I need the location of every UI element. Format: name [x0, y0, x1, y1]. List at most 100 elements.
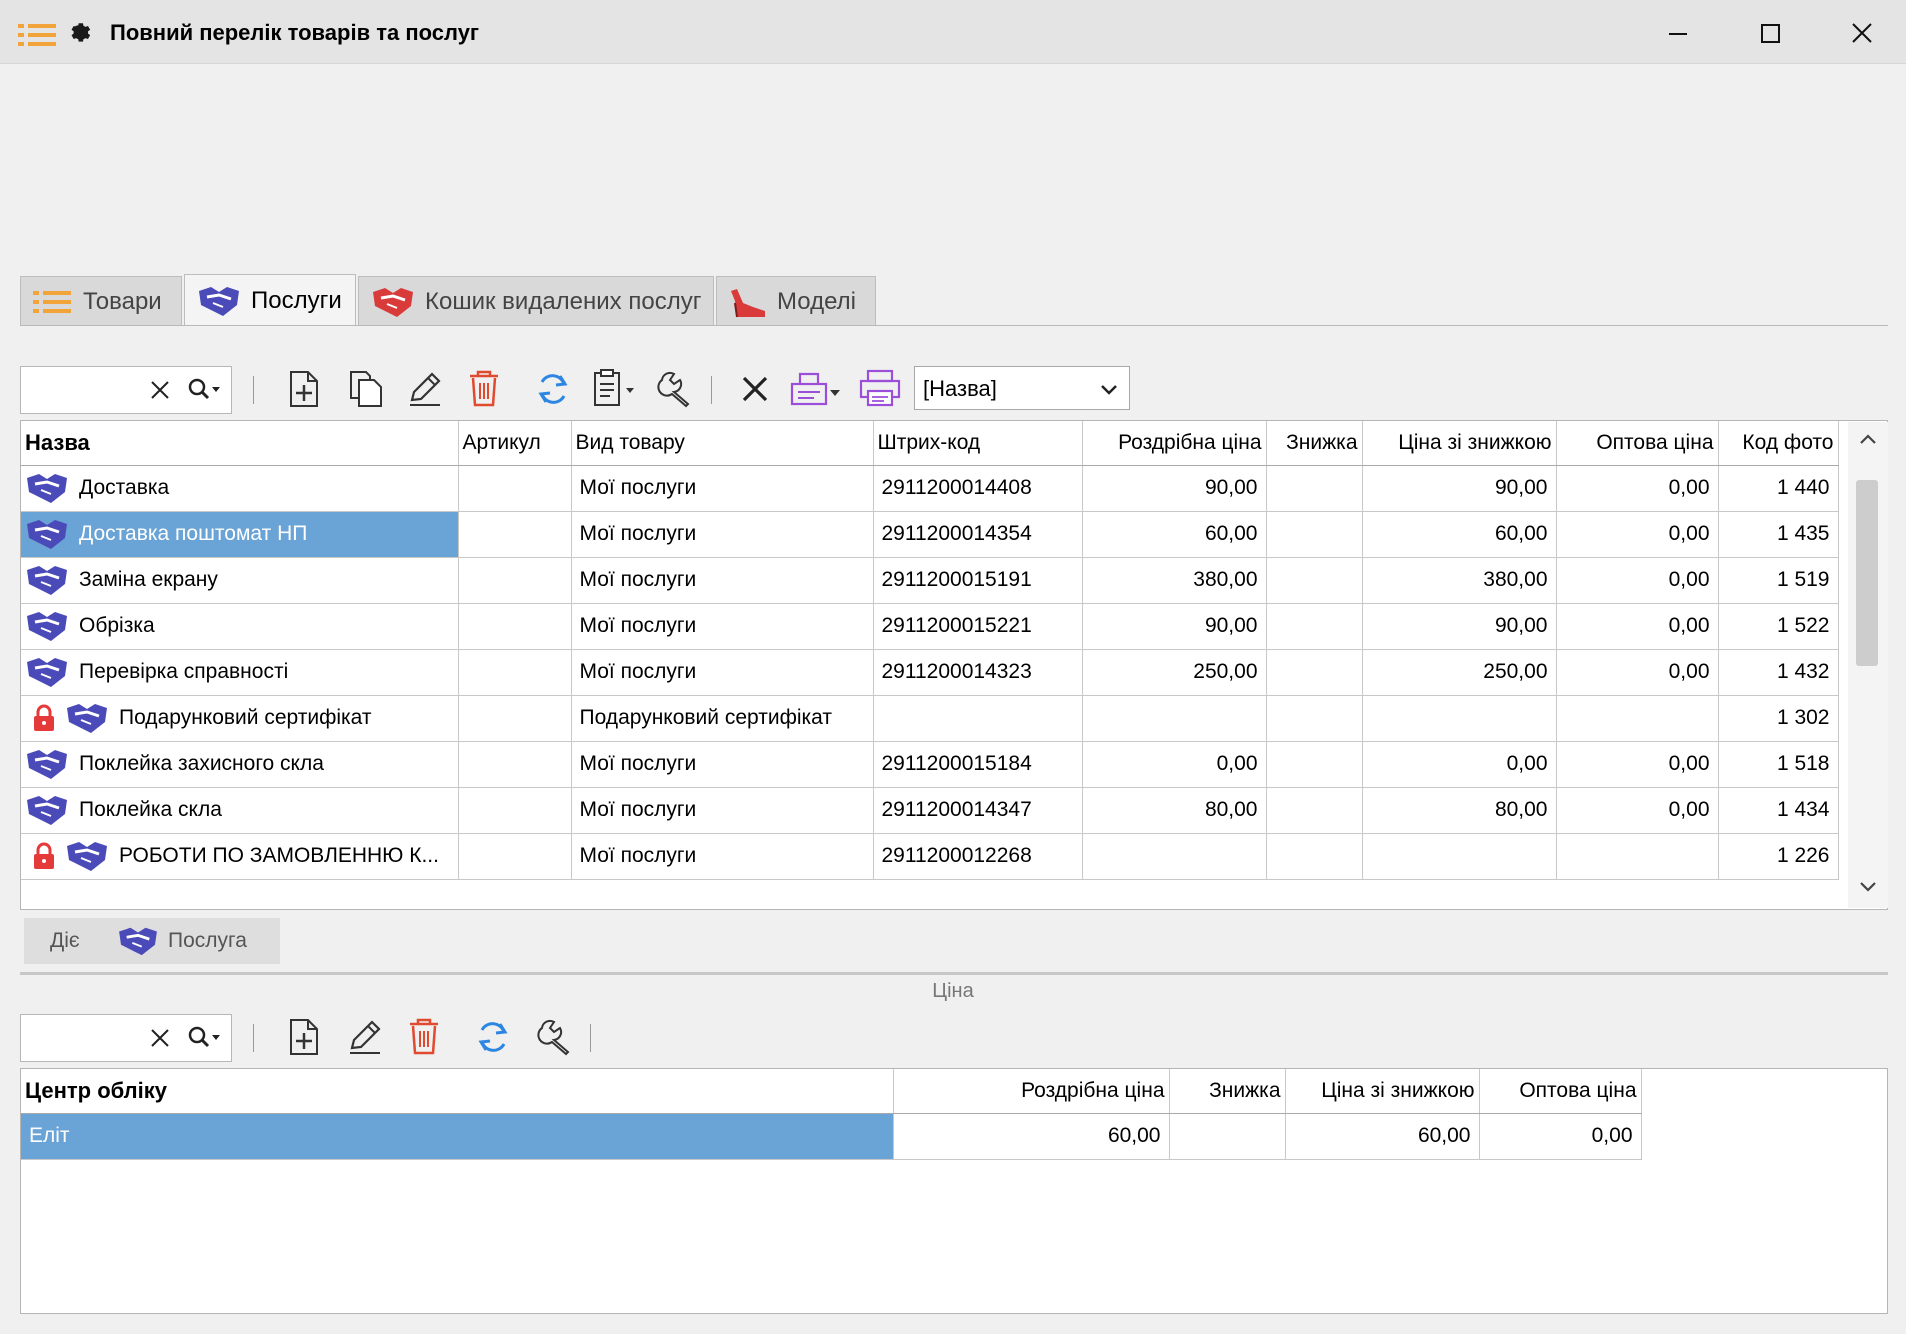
- minimize-button[interactable]: [1658, 16, 1698, 50]
- cell-discounted-price[interactable]: 90,00: [1362, 465, 1557, 512]
- cell-photo-code[interactable]: 1 435: [1718, 511, 1839, 558]
- delete-icon[interactable]: [466, 368, 502, 413]
- copy-icon[interactable]: [348, 370, 384, 413]
- cell-barcode[interactable]: 2911200014347: [873, 787, 1083, 834]
- col-header-discount[interactable]: Знижка: [1169, 1069, 1286, 1114]
- cell-discounted-price[interactable]: 80,00: [1362, 787, 1557, 834]
- scrollbar-thumb[interactable]: [1856, 480, 1878, 666]
- cell-name[interactable]: Обрізка: [21, 603, 459, 650]
- cell-photo-code[interactable]: 1 518: [1718, 741, 1839, 788]
- col-header-name[interactable]: Назва: [21, 421, 459, 466]
- maximize-button[interactable]: [1750, 16, 1790, 50]
- cell-wholesale-price[interactable]: 0,00: [1556, 557, 1719, 604]
- table-row[interactable]: Обрізка Мої послуги 2911200015221 90,00 90,0…: [21, 603, 1839, 650]
- cell-discounted-price[interactable]: 380,00: [1362, 557, 1557, 604]
- table-row[interactable]: Поклейка скла Мої послуги 2911200014347 80,…: [21, 787, 1839, 834]
- cell-type[interactable]: Подарунковий сертифікат: [571, 695, 874, 742]
- cell-discounted-price[interactable]: [1362, 833, 1557, 880]
- cell-name[interactable]: Подарунковий сертифікат: [21, 695, 459, 742]
- col-header-barcode[interactable]: Штрих-код: [873, 421, 1083, 466]
- cell-retail-price[interactable]: [1082, 833, 1267, 880]
- col-header-retail-price[interactable]: Роздрібна ціна: [1082, 421, 1267, 466]
- cell-type[interactable]: Мої послуги: [571, 603, 874, 650]
- cell-barcode[interactable]: 2911200014408: [873, 465, 1083, 512]
- add-icon[interactable]: [288, 1018, 320, 1061]
- cell-article[interactable]: [458, 511, 572, 558]
- cell-discount[interactable]: [1266, 787, 1363, 834]
- table-row[interactable]: Заміна екрану Мої послуги 2911200015191 380…: [21, 557, 1839, 604]
- cell-retail-price[interactable]: 80,00: [1082, 787, 1267, 834]
- print-icon[interactable]: [858, 368, 902, 413]
- cell-barcode[interactable]: [873, 695, 1083, 742]
- table-row[interactable]: Подарунковий сертифікат Подарунковий серт…: [21, 695, 1839, 742]
- cell-article[interactable]: [458, 557, 572, 604]
- cell-discounted-price[interactable]: 60,00: [1285, 1113, 1480, 1160]
- cell-name[interactable]: РОБОТИ ПО ЗАМОВЛЕННЮ К...: [21, 833, 459, 880]
- cell-article[interactable]: [458, 787, 572, 834]
- cell-retail-price[interactable]: 90,00: [1082, 465, 1267, 512]
- cell-wholesale-price[interactable]: [1556, 695, 1719, 742]
- cell-wholesale-price[interactable]: [1556, 833, 1719, 880]
- cell-article[interactable]: [458, 741, 572, 788]
- search-icon[interactable]: [187, 377, 223, 408]
- cell-type[interactable]: Мої послуги: [571, 787, 874, 834]
- cell-discounted-price[interactable]: [1362, 695, 1557, 742]
- tab-deleted-services[interactable]: Кошик видалених послуг: [358, 276, 714, 326]
- refresh-icon[interactable]: [474, 1018, 512, 1061]
- cell-wholesale-price[interactable]: 0,00: [1556, 649, 1719, 696]
- chevron-up-icon[interactable]: [1858, 432, 1878, 451]
- cell-discounted-price[interactable]: 0,00: [1362, 741, 1557, 788]
- cell-name[interactable]: Доставка: [21, 465, 459, 512]
- cell-type[interactable]: Мої послуги: [571, 649, 874, 696]
- table-row[interactable]: Доставка поштомат НП Мої послуги 291120001…: [21, 511, 1839, 558]
- tab-goods[interactable]: Товари: [20, 276, 182, 326]
- cell-discount[interactable]: [1266, 465, 1363, 512]
- cancel-icon[interactable]: [740, 374, 770, 409]
- cell-retail-price[interactable]: 380,00: [1082, 557, 1267, 604]
- cell-article[interactable]: [458, 649, 572, 696]
- cell-article[interactable]: [458, 833, 572, 880]
- cell-wholesale-price[interactable]: 0,00: [1556, 603, 1719, 650]
- cell-barcode[interactable]: 2911200014354: [873, 511, 1083, 558]
- col-header-discount[interactable]: Знижка: [1266, 421, 1363, 466]
- cell-barcode[interactable]: 2911200012268: [873, 833, 1083, 880]
- subtab-service[interactable]: Послуга: [104, 918, 280, 964]
- table-row[interactable]: Еліт 60,00 60,00 0,00: [21, 1113, 1642, 1160]
- refresh-icon[interactable]: [534, 370, 572, 413]
- col-header-type[interactable]: Вид товару: [571, 421, 874, 466]
- cell-article[interactable]: [458, 695, 572, 742]
- cell-discount[interactable]: [1266, 649, 1363, 696]
- cell-photo-code[interactable]: 1 432: [1718, 649, 1839, 696]
- cell-barcode[interactable]: 2911200015184: [873, 741, 1083, 788]
- cell-type[interactable]: Мої послуги: [571, 511, 874, 558]
- subtab-active[interactable]: Діє: [24, 918, 104, 964]
- cell-discounted-price[interactable]: 250,00: [1362, 649, 1557, 696]
- table-row[interactable]: Поклейка захисного скла Мої послуги 291120…: [21, 741, 1839, 788]
- export-icon[interactable]: [790, 370, 846, 413]
- cell-barcode[interactable]: 2911200015191: [873, 557, 1083, 604]
- cell-type[interactable]: Мої послуги: [571, 557, 874, 604]
- tab-services[interactable]: Послуги: [184, 274, 356, 326]
- col-header-wholesale-price[interactable]: Оптова ціна: [1556, 421, 1719, 466]
- col-header-discounted-price[interactable]: Ціна зі знижкою: [1362, 421, 1557, 466]
- cell-retail-price[interactable]: 90,00: [1082, 603, 1267, 650]
- splitter[interactable]: [20, 972, 1888, 975]
- close-window-button[interactable]: [1842, 16, 1882, 50]
- cell-retail-price[interactable]: [1082, 695, 1267, 742]
- cell-discounted-price[interactable]: 90,00: [1362, 603, 1557, 650]
- cell-discount[interactable]: [1169, 1113, 1286, 1160]
- cell-discount[interactable]: [1266, 557, 1363, 604]
- col-header-article[interactable]: Артикул: [458, 421, 572, 466]
- col-header-discounted-price[interactable]: Ціна зі знижкою: [1285, 1069, 1480, 1114]
- wrench-icon[interactable]: [536, 1018, 574, 1061]
- cell-name[interactable]: Поклейка захисного скла: [21, 741, 459, 788]
- cell-retail-price[interactable]: 0,00: [1082, 741, 1267, 788]
- col-header-retail-price[interactable]: Роздрібна ціна: [893, 1069, 1170, 1114]
- search-icon[interactable]: [187, 1025, 223, 1056]
- cell-photo-code[interactable]: 1 519: [1718, 557, 1839, 604]
- cell-photo-code[interactable]: 1 434: [1718, 787, 1839, 834]
- col-header-account-center[interactable]: Центр обліку: [21, 1069, 894, 1114]
- edit-icon[interactable]: [346, 1018, 384, 1061]
- col-header-wholesale-price[interactable]: Оптова ціна: [1479, 1069, 1642, 1114]
- cell-wholesale-price[interactable]: 0,00: [1556, 741, 1719, 788]
